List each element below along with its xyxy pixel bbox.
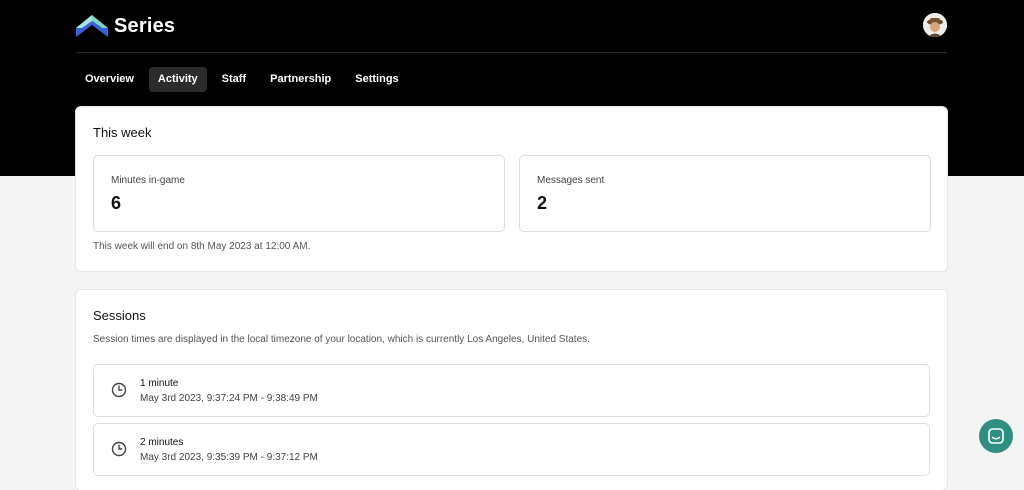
session-item[interactable]: 1 minute May 3rd 2023, 9:37:24 PM - 9:38… <box>93 364 930 417</box>
session-time: May 3rd 2023, 9:35:39 PM - 9:37:12 PM <box>140 452 318 463</box>
series-logo-icon <box>76 15 108 37</box>
timezone-note: Session times are displayed in the local… <box>93 334 590 345</box>
clock-icon <box>111 441 127 457</box>
tab-overview[interactable]: Overview <box>76 67 143 92</box>
sessions-card: Sessions Session times are displayed in … <box>76 290 947 490</box>
stat-value: 2 <box>537 193 548 213</box>
tab-partnership[interactable]: Partnership <box>261 67 340 92</box>
tab-settings[interactable]: Settings <box>346 67 407 92</box>
stat-label: Messages sent <box>537 175 605 186</box>
stat-minutes-in-game: Minutes in-game 6 <box>93 155 505 232</box>
sessions-title: Sessions <box>93 308 146 323</box>
tab-staff[interactable]: Staff <box>213 67 255 92</box>
stat-label: Minutes in-game <box>111 175 185 186</box>
nav-tabs: Overview Activity Staff Partnership Sett… <box>76 67 408 92</box>
brand[interactable]: Series <box>76 14 175 38</box>
session-time: May 3rd 2023, 9:37:24 PM - 9:38:49 PM <box>140 393 318 404</box>
session-duration: 2 minutes <box>140 437 184 448</box>
tab-activity[interactable]: Activity <box>148 67 207 92</box>
this-week-card: This week Minutes in-game 6 Messages sen… <box>76 107 947 271</box>
session-item[interactable]: 2 minutes May 3rd 2023, 9:35:39 PM - 9:3… <box>93 423 930 476</box>
clock-icon <box>111 382 127 398</box>
stat-messages-sent: Messages sent 2 <box>519 155 931 232</box>
chat-icon <box>988 428 1004 444</box>
stat-value: 6 <box>111 193 122 213</box>
week-end-note: This week will end on 8th May 2023 at 12… <box>93 241 311 252</box>
session-duration: 1 minute <box>140 378 179 389</box>
user-avatar[interactable] <box>923 13 947 37</box>
this-week-title: This week <box>93 125 152 140</box>
app-name: Series <box>114 14 176 37</box>
chat-button[interactable] <box>979 419 1013 453</box>
top-bar: Series <box>76 0 947 53</box>
